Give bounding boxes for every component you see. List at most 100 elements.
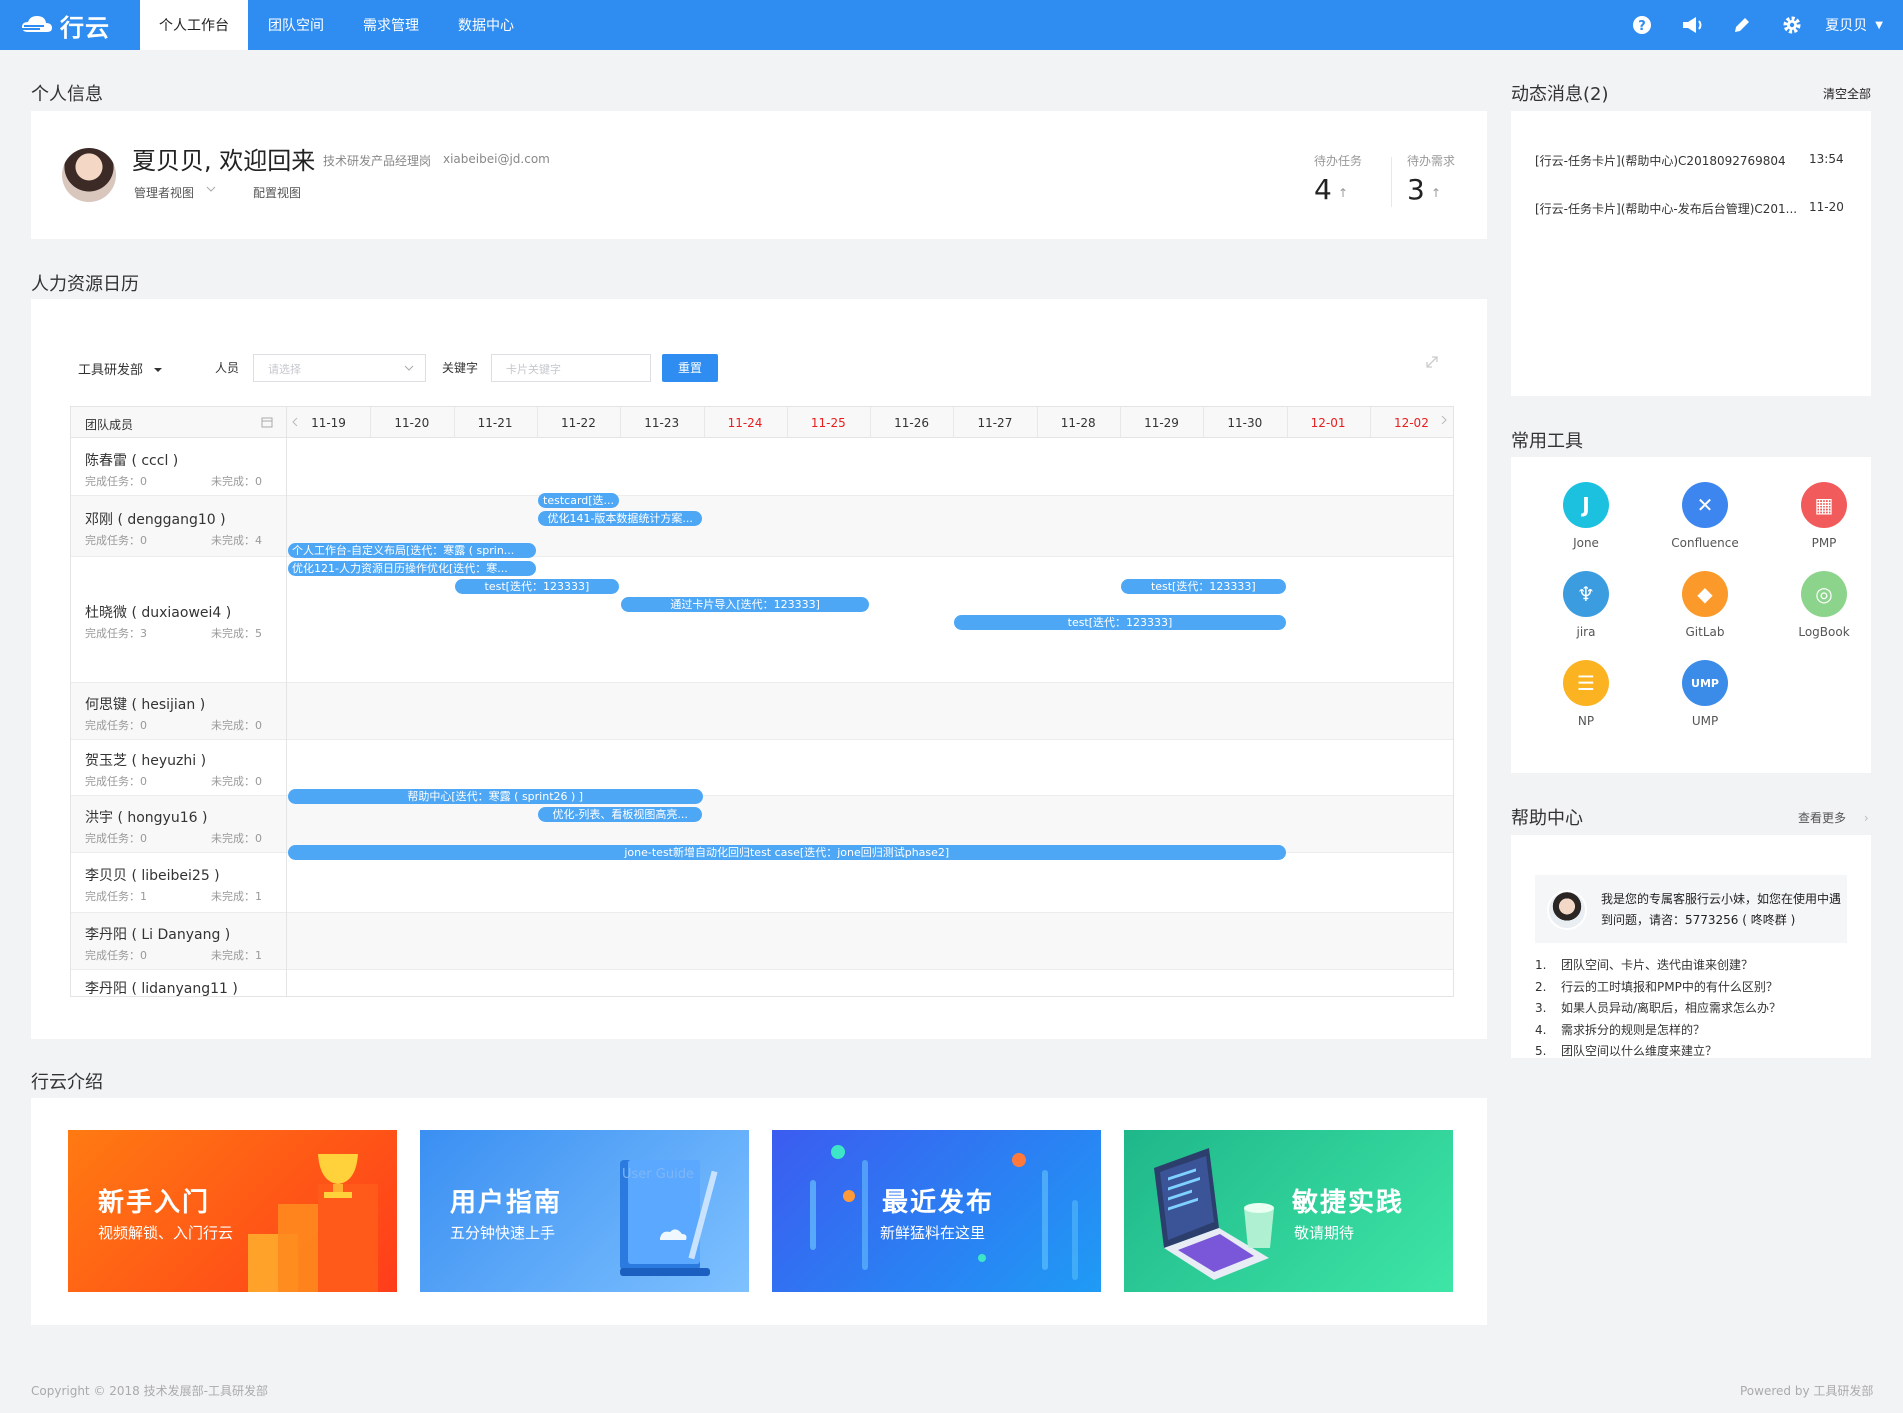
header-actions: ? 夏贝贝 ▼: [1617, 0, 1883, 50]
date-column-header: 11-25: [810, 416, 846, 430]
date-column-header: 11-24: [727, 416, 763, 430]
caret-down-icon[interactable]: ▼: [1875, 20, 1883, 31]
chevron-down-icon[interactable]: [205, 184, 217, 194]
member-row: 李丹阳 ( Li Danyang ) 完成任务：0 未完成：1: [71, 913, 1453, 970]
user-email: xiabeibei@jd.com: [443, 152, 550, 166]
task-card-bar[interactable]: test[迭代：123333]: [954, 615, 1286, 630]
department-selector[interactable]: 工具研发部: [78, 359, 163, 378]
banner-recent-release[interactable]: 最近发布 新鲜猛料在这里: [772, 1130, 1101, 1292]
date-divider: [370, 407, 372, 438]
gitlab-tool[interactable]: ◆ GitLab: [1655, 571, 1755, 639]
tool-label: UMP: [1691, 714, 1719, 728]
expand-icon[interactable]: [1424, 354, 1440, 370]
date-column-header: 11-23: [644, 416, 680, 430]
nav-tab-data-center[interactable]: 数据中心: [439, 0, 533, 50]
member-name[interactable]: 李贝贝 ( libeibei25 ): [85, 865, 220, 885]
task-card-bar[interactable]: 个人工作台-自定义布局[迭代：寒露 ( sprin...: [288, 543, 536, 558]
member-name[interactable]: 李丹阳 ( lidanyang11 ): [85, 978, 238, 996]
member-undone-count: 未完成：1: [211, 949, 262, 962]
message-item[interactable]: [行云-任务卡片](帮助中心-发布后台管理)C201...: [1535, 200, 1797, 217]
help-icon[interactable]: ?: [1630, 13, 1654, 37]
date-divider: [536, 407, 538, 438]
intro-section-title: 行云介绍: [31, 1072, 103, 1093]
member-name[interactable]: 邓刚 ( denggang10 ): [85, 509, 226, 529]
faq-item[interactable]: 1. 团队空间、卡片、迭代由谁来创建？: [1535, 956, 1753, 973]
member-name[interactable]: 何思键 ( hesijian ): [85, 694, 205, 714]
date-column-header: 11-30: [1227, 416, 1263, 430]
ump-tool[interactable]: UMP UMP: [1655, 660, 1755, 728]
faq-item[interactable]: 3. 如果人员异动/离职后，相应需求怎么办？: [1535, 999, 1781, 1016]
config-view-link[interactable]: 配置视图: [253, 184, 301, 201]
task-card-bar[interactable]: 通过卡片导入[迭代：123333]: [621, 597, 870, 612]
reset-button[interactable]: 重置: [662, 354, 718, 382]
view-more-link[interactable]: 查看更多 ›: [1798, 809, 1869, 826]
message-item[interactable]: [行云-任务卡片](帮助中心)C2018092769804: [1535, 152, 1786, 169]
np-tool[interactable]: ☰ NP: [1536, 660, 1636, 728]
banner-title: 最近发布: [882, 1188, 995, 1218]
calendar-icon[interactable]: [261, 416, 273, 428]
logbook-icon: ◎: [1801, 571, 1847, 617]
announcement-icon[interactable]: [1680, 13, 1704, 37]
intro-card: 新手入门 视频解锁、入门行云 User Guide 用户指南 五分钟快速上手 最…: [31, 1098, 1487, 1325]
jira-tool[interactable]: ♆ jira: [1536, 571, 1636, 639]
member-name[interactable]: 洪宇 ( hongyu16 ): [85, 807, 207, 827]
date-column-header: 12-02: [1393, 416, 1429, 430]
pmp-tool[interactable]: ▦ PMP: [1774, 482, 1874, 550]
tools-section-title: 常用工具: [1511, 431, 1583, 452]
gear-icon[interactable]: [1780, 13, 1804, 37]
member-undone-count: 未完成：0: [211, 475, 262, 488]
member-name[interactable]: 贺玉芝 ( heyuzhi ): [85, 750, 206, 770]
member-name[interactable]: 李丹阳 ( Li Danyang ): [85, 924, 230, 944]
member-name[interactable]: 陈春雷 ( cccl ): [85, 450, 178, 470]
confluence-tool[interactable]: ✕ Confluence: [1655, 482, 1755, 550]
keyword-filter-label: 关键字: [442, 361, 479, 375]
task-card-bar[interactable]: 优化141-版本数据统计方案...: [537, 511, 703, 526]
banner-title: 敏捷实践: [1292, 1188, 1405, 1218]
people-filter-label: 人员: [215, 361, 240, 375]
banner-getting-started[interactable]: 新手入门 视频解锁、入门行云: [68, 1130, 397, 1292]
stat-divider: [1391, 157, 1392, 207]
pending-reqs-count[interactable]: 3: [1407, 173, 1425, 206]
nav-tab-requirements[interactable]: 需求管理: [344, 0, 438, 50]
edit-icon[interactable]: [1730, 13, 1754, 37]
date-divider: [1036, 407, 1038, 438]
pending-tasks-count[interactable]: 4: [1314, 173, 1332, 206]
resource-calendar-card: 工具研发部 人员 请选择 关键字 卡片关键字 重置 团队成员 11-19 11-2…: [31, 299, 1487, 1039]
member-undone-count: 未完成：0: [211, 832, 262, 845]
faq-item[interactable]: 4. 需求拆分的规则是怎样的？: [1535, 1021, 1705, 1038]
nav-tab-workbench[interactable]: 个人工作台: [140, 0, 248, 50]
task-card-bar[interactable]: testcard[迭...: [537, 493, 620, 508]
clear-all-link[interactable]: 清空全部: [1823, 85, 1871, 102]
member-done-count: 完成任务：3: [85, 627, 147, 640]
task-card-bar[interactable]: test[迭代：123333]: [1121, 579, 1286, 594]
keyword-input[interactable]: 卡片关键字: [491, 354, 651, 382]
profile-section-title: 个人信息: [31, 84, 103, 105]
jone-tool[interactable]: J Jone: [1536, 482, 1636, 550]
support-text: 我是您的专属客服行云小妹，如您在使用中遇到问题，请咨：5773256 ( 咚咚群…: [1601, 892, 1842, 927]
faq-item[interactable]: 5. 团队空间以什么维度来建立？: [1535, 1042, 1717, 1059]
member-undone-count: 未完成：4: [211, 534, 262, 547]
faq-item[interactable]: 2. 行云的工时填报和PMP中的有什么区别？: [1535, 978, 1778, 995]
people-select[interactable]: 请选择: [253, 354, 426, 382]
banner-user-guide[interactable]: User Guide 用户指南 五分钟快速上手: [420, 1130, 749, 1292]
task-card-bar[interactable]: 帮助中心[迭代：寒露 ( sprint26 ) ]: [288, 789, 703, 804]
calendar-header-row: 团队成员 11-19 11-20 11-21 11-22 11-23 11-24 11-25…: [71, 407, 1453, 438]
jone-icon: J: [1563, 482, 1609, 528]
faq-text: 需求拆分的规则是怎样的？: [1561, 1022, 1706, 1037]
current-user-name[interactable]: 夏贝贝: [1825, 15, 1867, 35]
ump-icon: UMP: [1682, 660, 1728, 706]
task-card-bar[interactable]: test[迭代：123333]: [454, 579, 620, 594]
manager-view-link[interactable]: 管理者视图: [134, 184, 194, 201]
logbook-tool[interactable]: ◎ LogBook: [1774, 571, 1874, 639]
task-card-bar[interactable]: 优化121-人力资源日历操作优化[迭代：寒...: [288, 561, 536, 576]
pending-tasks-label: 待办任务: [1314, 154, 1363, 168]
nav-tab-team-space[interactable]: 团队空间: [249, 0, 343, 50]
banner-agile-practice[interactable]: 敏捷实践 敬请期待: [1124, 1130, 1453, 1292]
task-card-bar[interactable]: jone-test新增自动化回归test case[迭代：jone回归测试pha…: [288, 845, 1286, 860]
date-divider: [786, 407, 788, 438]
laptop-illustration-icon: [1154, 1148, 1274, 1280]
messages-section-title: 动态消息(2): [1511, 84, 1609, 105]
member-name[interactable]: 杜晓微 ( duxiaowei4 ): [85, 602, 231, 622]
app-logo[interactable]: 行云: [20, 10, 110, 42]
task-card-bar[interactable]: 优化-列表、看板视图高亮...: [537, 807, 703, 822]
